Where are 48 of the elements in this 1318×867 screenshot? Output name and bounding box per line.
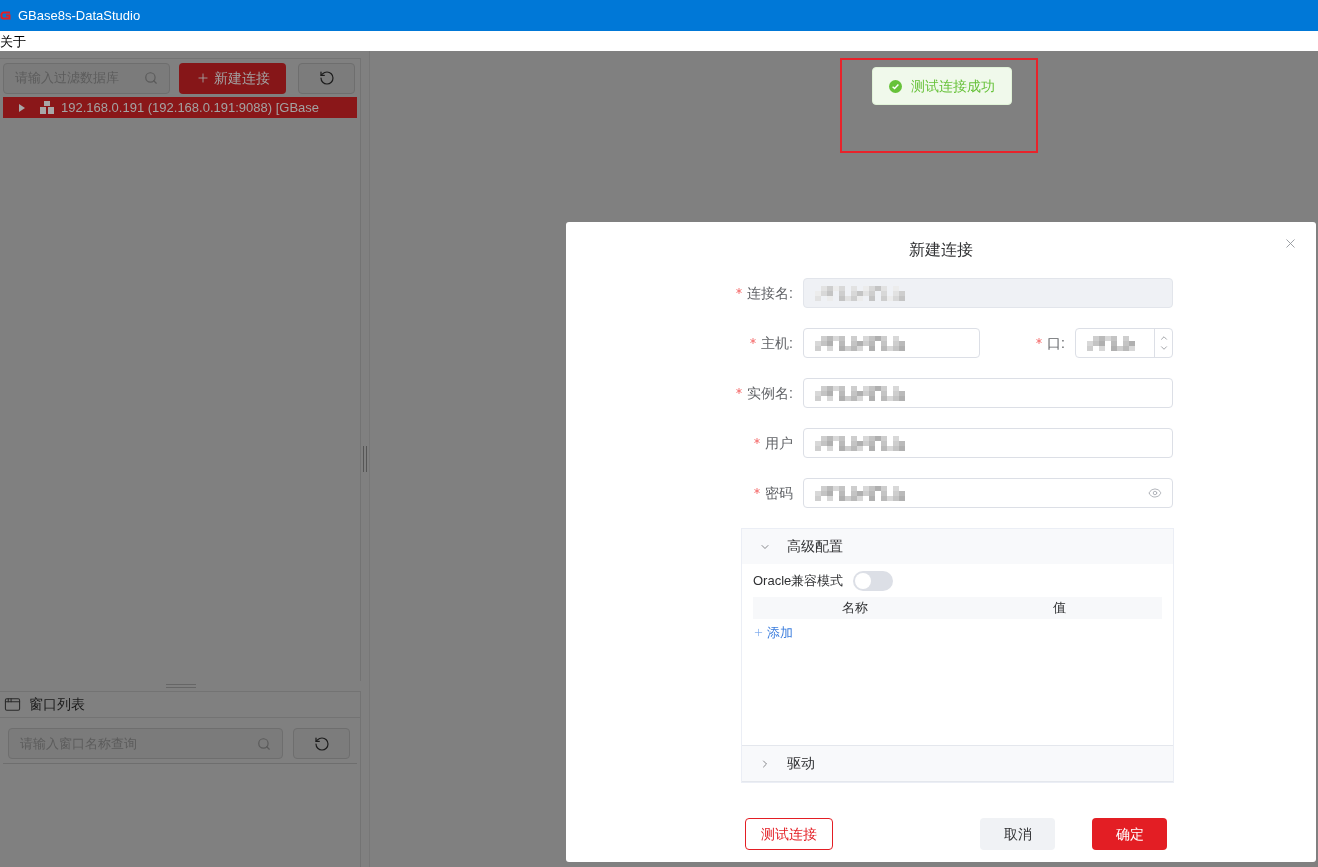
refresh-icon — [313, 735, 330, 752]
switch-label: Oracle兼容模式 — [753, 572, 844, 591]
table-header-cell-text: 名称 — [841, 599, 870, 618]
search-icon — [257, 736, 271, 751]
password-field[interactable] — [803, 478, 1173, 508]
collapse-header[interactable]: 驱动 — [742, 746, 1173, 781]
input-field[interactable] — [803, 378, 1173, 408]
confirm-button[interactable]: 确定 — [1092, 818, 1167, 850]
connection-tree-item[interactable]: 192.168.0.191 (192.168.0.191:9088) [GBase — [3, 97, 357, 118]
eye-icon[interactable] — [1148, 486, 1162, 500]
dialog-title: 新建连接 — [909, 240, 973, 260]
refresh-icon — [318, 70, 335, 86]
field-label: 连接名: — [747, 283, 793, 303]
field-label: 口: — [1047, 333, 1065, 353]
collapse-header[interactable]: 高级配置 — [742, 529, 1173, 564]
search-icon — [144, 71, 158, 85]
field-label: 密码 — [765, 483, 793, 503]
input-field[interactable] — [803, 428, 1173, 458]
collapse-title: 高级配置 — [787, 537, 843, 556]
panel-title: 窗口列表 — [29, 695, 85, 714]
server-stack-icon — [40, 101, 54, 114]
spinner-down-icon[interactable] — [1158, 343, 1169, 353]
app-logo-icon — [0, 10, 11, 21]
connection-label: 192.168.0.191 (192.168.0.191:9088) [GBase — [61, 98, 320, 117]
splitter-handle-icon[interactable] — [363, 446, 367, 472]
number-field[interactable] — [1075, 328, 1173, 358]
plus-icon — [753, 627, 764, 639]
refresh-button[interactable] — [293, 728, 350, 759]
collapse-title: 驱动 — [787, 754, 815, 773]
field-label: 用户 — [765, 433, 793, 453]
toggle-switch[interactable] — [853, 571, 894, 591]
new-connection-button[interactable]: 新建连接 — [179, 62, 286, 94]
window-title: GBase8s-DataStudio — [18, 6, 141, 25]
table-header-cell-text: 值 — [1052, 599, 1068, 618]
plus-icon — [195, 71, 210, 85]
refresh-button[interactable] — [298, 62, 355, 94]
field-label: 主机: — [761, 333, 793, 353]
input-field[interactable] — [803, 328, 980, 358]
add-link[interactable]: 添加 — [753, 623, 793, 643]
test-connection-button[interactable]: 测试连接 — [745, 818, 833, 850]
menu-item[interactable]: 关于 — [0, 34, 26, 48]
cancel-button[interactable]: 取消 — [980, 818, 1055, 850]
window-icon — [4, 696, 21, 713]
close-icon[interactable] — [1283, 236, 1298, 251]
field-label: 实例名: — [747, 383, 793, 403]
caret-right-icon[interactable] — [19, 103, 25, 112]
spinner-up-icon[interactable] — [1158, 333, 1169, 343]
toast-message: 测试连接成功 — [911, 76, 995, 96]
